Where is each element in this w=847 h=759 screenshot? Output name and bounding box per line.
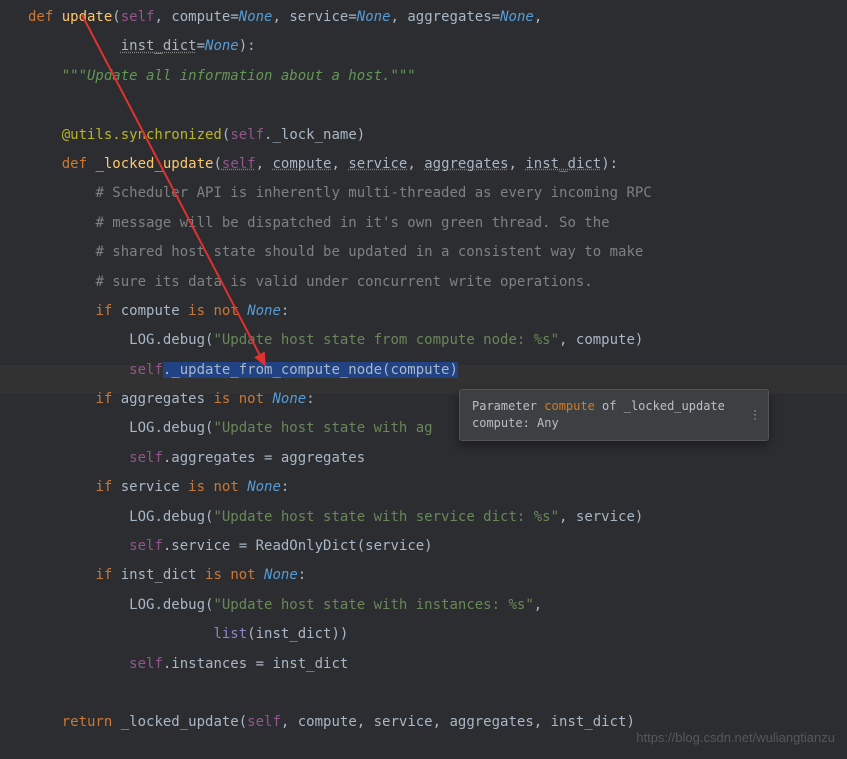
code-line[interactable]: if inst_dict is not None:: [28, 561, 847, 590]
code-line[interactable]: [28, 679, 847, 708]
code-line[interactable]: @utils.synchronized(self._lock_name): [28, 121, 847, 150]
code-line[interactable]: # Scheduler API is inherently multi-thre…: [28, 179, 847, 208]
code-line[interactable]: if service is not None:: [28, 473, 847, 502]
code-line[interactable]: # message will be dispatched in it's own…: [28, 209, 847, 238]
code-line[interactable]: self.instances = inst_dict: [28, 650, 847, 679]
code-line[interactable]: list(inst_dict)): [28, 620, 847, 649]
tooltip-line: compute: Any: [472, 415, 756, 432]
watermark: https://blog.csdn.net/wuliangtianzu: [636, 724, 835, 751]
more-icon[interactable]: ⋮: [749, 406, 762, 423]
code-line[interactable]: # sure its data is valid under concurren…: [28, 268, 847, 297]
code-line[interactable]: self._update_from_compute_node(compute): [28, 356, 847, 385]
code-line[interactable]: """Update all information about a host."…: [28, 62, 847, 91]
code-line[interactable]: LOG.debug("Update host state from comput…: [28, 326, 847, 355]
code-line[interactable]: self.aggregates = aggregates: [28, 444, 847, 473]
code-line[interactable]: LOG.debug("Update host state with instan…: [28, 591, 847, 620]
code-line[interactable]: # shared host state should be updated in…: [28, 238, 847, 267]
code-line[interactable]: def update(self, compute=None, service=N…: [28, 3, 847, 32]
code-line[interactable]: inst_dict=None):: [28, 32, 847, 61]
code-line[interactable]: def _locked_update(self, compute, servic…: [28, 150, 847, 179]
parameter-info-tooltip: Parameter compute of _locked_update comp…: [459, 389, 769, 441]
tooltip-line: Parameter compute of _locked_update: [472, 398, 756, 415]
code-line[interactable]: [28, 91, 847, 120]
code-line[interactable]: if compute is not None:: [28, 297, 847, 326]
code-line[interactable]: LOG.debug("Update host state with servic…: [28, 503, 847, 532]
code-editor[interactable]: def update(self, compute=None, service=N…: [0, 3, 847, 738]
code-line[interactable]: self.service = ReadOnlyDict(service): [28, 532, 847, 561]
